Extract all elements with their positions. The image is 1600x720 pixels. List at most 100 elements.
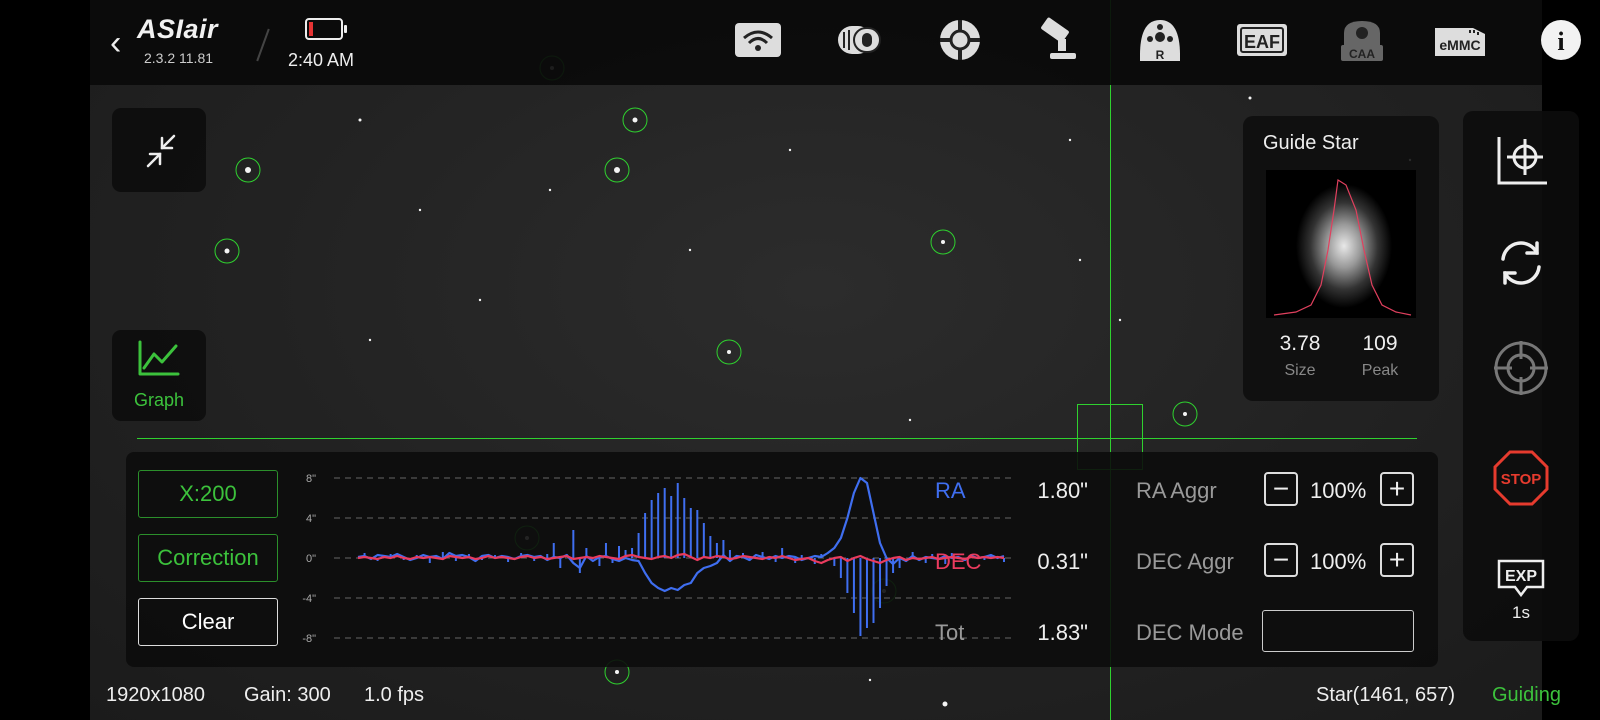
- star: [1078, 258, 1082, 262]
- info-icon[interactable]: i: [1536, 18, 1586, 62]
- ra-aggr-plus-button[interactable]: +: [1380, 472, 1414, 506]
- exposure-icon: EXP: [1497, 559, 1545, 597]
- star: [368, 338, 372, 342]
- eaf-icon[interactable]: EAF: [1234, 18, 1290, 62]
- correction-button[interactable]: Correction: [138, 534, 278, 582]
- y-tick-label: 8": [306, 473, 316, 485]
- star-size-value: 3.78: [1279, 332, 1321, 355]
- top-bar: [90, 0, 1542, 85]
- star: [788, 148, 792, 152]
- guide-star-title: Guide Star: [1263, 132, 1359, 154]
- star: [908, 418, 912, 422]
- calibrate-button[interactable]: [1463, 133, 1579, 189]
- x-scale-button[interactable]: X:200: [138, 470, 278, 518]
- star: [1068, 138, 1072, 142]
- star: [358, 118, 362, 122]
- emmc-label: eMMC: [1439, 37, 1480, 53]
- exposure-value: 1s: [1512, 603, 1530, 622]
- star: [688, 248, 692, 252]
- star-size-label: Size: [1284, 362, 1316, 379]
- star: [478, 298, 482, 302]
- star: [942, 701, 948, 707]
- clock: 2:40 AM: [288, 50, 355, 70]
- ra-label: RA: [935, 478, 966, 503]
- star: [868, 678, 872, 682]
- wifi-icon[interactable]: [733, 18, 783, 62]
- tot-label: Tot: [935, 620, 965, 645]
- guiding-state: Guiding: [1492, 684, 1561, 706]
- guide-target-icon: [1494, 341, 1548, 395]
- dec-label: DEC: [935, 549, 982, 574]
- emmc-icon[interactable]: eMMC: [1432, 18, 1488, 62]
- y-tick-label: -4": [302, 593, 316, 605]
- star: [1118, 318, 1122, 322]
- stop-label: STOP: [1501, 471, 1542, 488]
- star: [632, 117, 638, 123]
- ra-aggr-minus-button[interactable]: −: [1264, 472, 1298, 506]
- graph-icon: [138, 340, 180, 376]
- rotator-label: R: [1156, 48, 1165, 62]
- ra-aggr-value: 100%: [1310, 478, 1367, 503]
- dec-mode-label: DEC Mode: [1136, 620, 1244, 645]
- star: [548, 188, 552, 192]
- telescope-mount-icon[interactable]: [1035, 17, 1085, 62]
- exposure-button[interactable]: EXP: [1463, 559, 1579, 597]
- dec-aggr-label: DEC Aggr: [1136, 549, 1234, 574]
- star: [1248, 96, 1252, 100]
- tot-value: 1.83": [1037, 620, 1088, 645]
- stop-button[interactable]: STOP: [1463, 449, 1579, 507]
- screen-left-border: [0, 0, 90, 720]
- caa-icon[interactable]: CAA: [1334, 18, 1390, 62]
- dec-aggr-plus-button[interactable]: +: [1380, 543, 1414, 577]
- star: [418, 208, 422, 212]
- star: [1183, 412, 1187, 416]
- caa-label: CAA: [1349, 47, 1375, 61]
- graph-toggle-button[interactable]: Graph: [112, 330, 206, 421]
- stop-sign-icon: STOP: [1493, 450, 1549, 506]
- guide-star-panel: Guide Star 3.78 Size 109 Peak: [1243, 116, 1439, 401]
- info-label: i: [1557, 27, 1564, 56]
- star-size: 3.78 Size: [1265, 332, 1335, 380]
- ra-aggr-label: RA Aggr: [1136, 478, 1217, 503]
- star-coordinates-status: Star(1461, 657): [1316, 684, 1455, 706]
- loop-button[interactable]: [1463, 235, 1579, 291]
- star-peak-label: Peak: [1361, 362, 1399, 379]
- rotator-icon[interactable]: R: [1135, 18, 1185, 62]
- guide-scope-icon[interactable]: [935, 18, 985, 62]
- gain-status: Gain: 300: [244, 684, 331, 706]
- resolution-status: 1920x1080: [106, 684, 205, 706]
- star-profile-image: [1266, 170, 1416, 318]
- graph-label: Graph: [133, 390, 185, 410]
- loop-refresh-icon: [1501, 241, 1541, 285]
- dec-aggr-minus-button[interactable]: −: [1264, 543, 1298, 577]
- clear-button[interactable]: Clear: [138, 598, 278, 646]
- calibrate-target-icon: [1497, 137, 1547, 185]
- star: [224, 248, 230, 254]
- ra-value: 1.80": [1037, 478, 1088, 503]
- y-tick-label: 4": [306, 513, 316, 525]
- battery-low-icon: [305, 18, 347, 40]
- exp-label: EXP: [1505, 568, 1537, 585]
- app-logo: ASIair: [137, 14, 219, 44]
- eaf-label: EAF: [1244, 32, 1280, 52]
- fps-status: 1.0 fps: [364, 684, 425, 706]
- collapse-icon: [146, 134, 176, 168]
- collapse-button[interactable]: [112, 108, 206, 192]
- chevron-left-icon[interactable]: ‹: [110, 24, 121, 63]
- y-tick-label: -8": [302, 633, 316, 645]
- dec-mode-select[interactable]: [1262, 610, 1414, 652]
- y-tick-label: 0": [306, 553, 316, 565]
- star-peak-value: 109: [1362, 332, 1398, 355]
- guide-button[interactable]: [1463, 339, 1579, 397]
- star: [615, 670, 619, 674]
- star: [614, 167, 620, 173]
- star: [941, 240, 945, 244]
- camera-icon[interactable]: [834, 18, 884, 62]
- dec-aggr-value: 100%: [1310, 549, 1367, 574]
- dec-value: 0.31": [1037, 549, 1088, 574]
- ra-error-line: [357, 476, 1005, 593]
- star: [727, 350, 731, 354]
- right-control-panel: STOP EXP 1s: [1463, 111, 1579, 641]
- star: [245, 167, 251, 173]
- guide-graph-panel: X:200 Correction Clear 8" 4" 0" -4" -8" RA 1…: [126, 452, 1438, 667]
